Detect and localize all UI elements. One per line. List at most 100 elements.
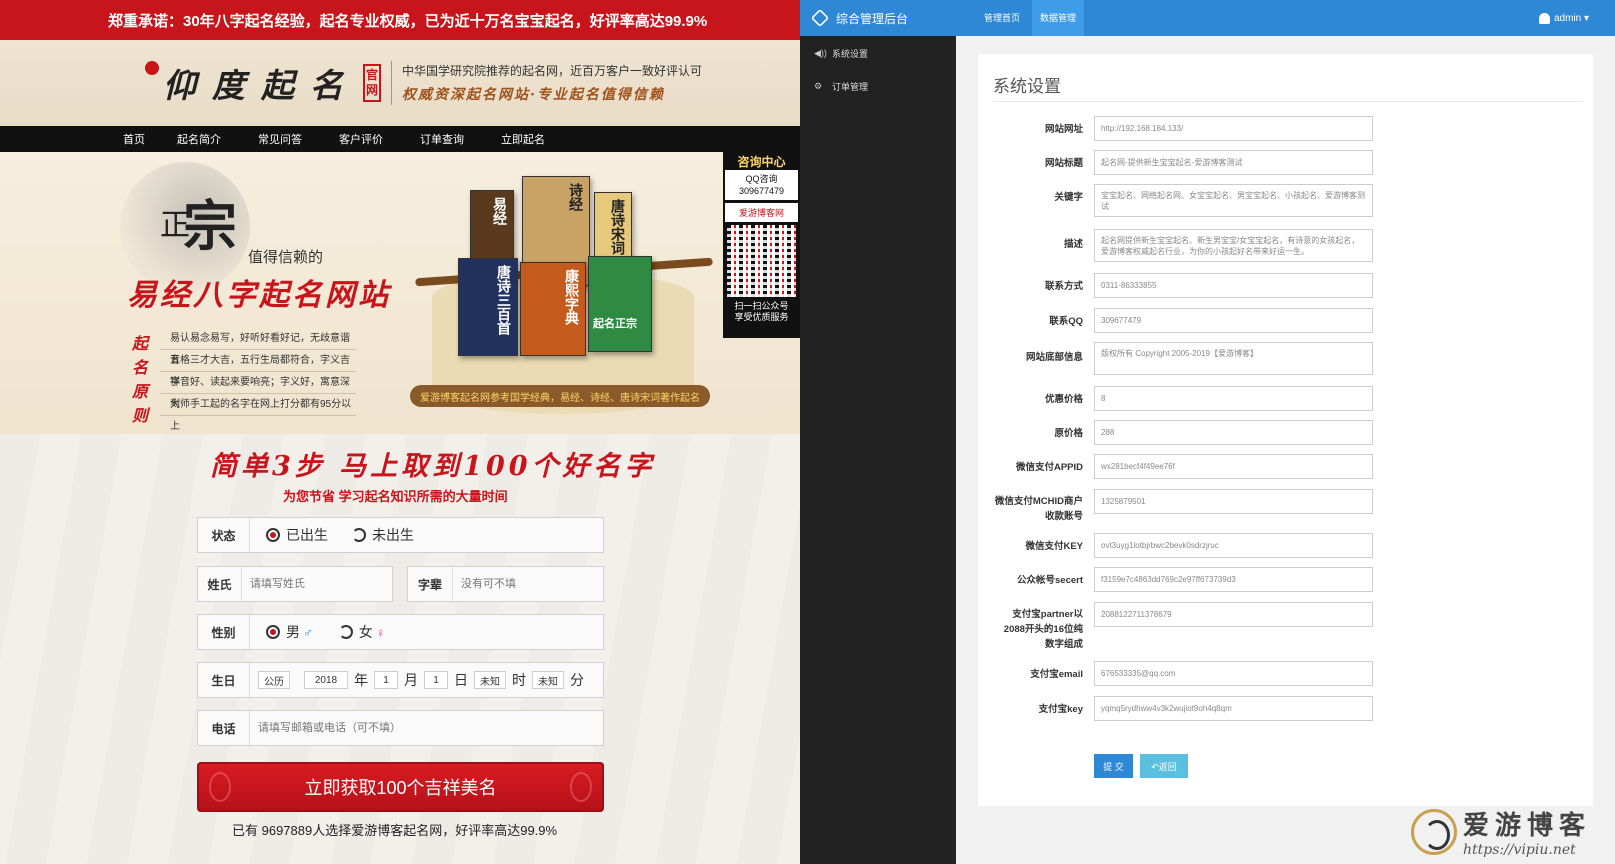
principle-item: 五格三才大吉，五行生局都符合，字义吉祥 [160, 350, 356, 388]
cloud-ornament-icon [570, 772, 592, 802]
status-born-radio[interactable]: 已出生 [266, 525, 328, 545]
hexagon-logo-icon [810, 8, 830, 28]
status-label: 状态 [198, 518, 250, 552]
field-label: 原价格 [1054, 428, 1083, 439]
slogan-line2: 权威资深起名网站·专业起名值得信赖 [402, 87, 665, 103]
wechat-mchid-input[interactable] [1094, 489, 1373, 514]
slogan-line1: 中华国学研究院推荐的起名网，近百万客户一致好评认可 [402, 64, 703, 78]
hero-trust: 值得信赖的 [248, 248, 324, 266]
hour-select[interactable]: 未知 [474, 671, 506, 689]
generation-input[interactable] [453, 567, 603, 601]
description-textarea[interactable]: 起名网提供新生宝宝起名、新生男宝宝/女宝宝起名，有诗意的女孩起名，爱游博客权威起… [1094, 229, 1373, 262]
blog-link[interactable]: 爱游博客网 [725, 203, 798, 222]
back-button[interactable]: ↶返回 [1140, 754, 1188, 778]
minute-select[interactable]: 未知 [532, 671, 564, 689]
year-select[interactable]: 2018 [304, 671, 348, 689]
sidebar-item-label: 系统设置 [832, 49, 869, 59]
month-select[interactable]: 1 [374, 671, 398, 689]
naming-form: 简单3步 马上取到100个好名字 为您节省 学习起名知识所需的大量时间 状态 已… [0, 434, 800, 864]
birthday-label: 生日 [198, 663, 250, 697]
female-icon: ♀ [375, 624, 386, 640]
surname-input[interactable] [242, 567, 392, 601]
status-born-label: 已出生 [286, 527, 328, 543]
settings-panel: 系统设置 网站网址 网站标题 关键字 宝宝起名、网络起名网、女宝宝起名、男宝宝起… [978, 54, 1593, 806]
official-seal: 官网 [363, 64, 381, 102]
panel-divider [993, 101, 1583, 102]
field-label: 描述 [1063, 239, 1083, 250]
status-row: 状态 已出生 未出生 [197, 517, 604, 553]
field-label: 联系方式 [1044, 281, 1083, 292]
contact-input[interactable] [1094, 273, 1373, 298]
book-kangxi: 康熙字典 [520, 262, 586, 356]
field-label: 公众帐号secert [1017, 575, 1083, 586]
sidebar-item-orders[interactable]: ⚙ 订单管理 [800, 70, 956, 103]
nav-reviews[interactable]: 客户评价 [339, 131, 383, 147]
site-title-input[interactable] [1094, 150, 1373, 175]
qr-code-icon [727, 225, 796, 297]
discount-price-input[interactable] [1094, 386, 1373, 411]
watermark-title: 爱游博客 [1462, 811, 1591, 841]
nav-home[interactable]: 首页 [123, 131, 145, 147]
alipay-partner-input[interactable] [1094, 602, 1373, 627]
status-unborn-radio[interactable]: 未出生 [352, 525, 414, 545]
field-label: 网站底部信息 [1025, 352, 1083, 363]
gender-male-radio[interactable]: 男 ♂ [266, 622, 313, 642]
principles-list: 易认易念易写，好听好看好记，无歧意谐音 五格三才大吉，五行生局都符合，字义吉祥 … [160, 328, 356, 432]
birthday-row: 生日 公历 2018 年 1 月 1 日 未知 时 未知 分 [197, 662, 604, 698]
principle-item: 字音好、读起来要响亮；字义好，寓意深刻 [160, 372, 356, 410]
logo-divider [391, 61, 392, 105]
footer-info-textarea[interactable]: 版权所有 Copyright 2005-2019【爱游博客】 [1094, 342, 1373, 375]
hero-banner: 正 宗 值得信赖的 易经八字起名网站 起名原则 易认易念易写，好听好看好记，无歧… [0, 152, 800, 454]
sidebar-item-system-settings[interactable]: ◀)) 系统设置 [800, 37, 956, 70]
original-price-input[interactable] [1094, 420, 1373, 445]
male-icon: ♂ [303, 624, 313, 640]
volume-icon: ◀)) [814, 48, 827, 58]
radio-unchecked-icon [338, 625, 353, 639]
promo-text: 郑重承诺：30年八字起名经验，起名专业权威，已为近十万名宝宝起名，好评率高达99… [108, 12, 708, 30]
keywords-textarea[interactable]: 宝宝起名、网络起名网、女宝宝起名、男宝宝起名、小孩起名、爱游博客测试 [1094, 184, 1373, 217]
field-label: 支付宝partner以2088开头的16位纯数字组成 [1003, 609, 1083, 650]
tab-data-management[interactable]: 数据管理 [1032, 0, 1085, 36]
scan-line2: 享受优质服务 [734, 312, 789, 322]
wechat-key-input[interactable] [1094, 533, 1373, 558]
contact-qq-input[interactable] [1094, 308, 1373, 333]
gear-icon: ⚙ [814, 81, 823, 91]
gender-female-radio[interactable]: 女 ♀ [338, 622, 386, 642]
tab-admin-home[interactable]: 管理首页 [976, 0, 1028, 36]
user-name: admin ▾ [1553, 12, 1589, 24]
field-label: 微信支付MCHID商户收款账号 [994, 496, 1083, 522]
site-logo[interactable]: 仰度起名 [163, 59, 359, 107]
site-url-input[interactable] [1094, 116, 1373, 141]
field-label: 支付宝key [1038, 704, 1083, 715]
principle-item: 大师手工起的名字在网上打分都有95分以上 [160, 394, 356, 432]
get-names-button[interactable]: 立即获取100个吉祥美名 [197, 762, 604, 812]
wechat-appid-input[interactable] [1094, 454, 1373, 479]
phone-label: 电话 [198, 711, 250, 745]
alipay-email-input[interactable] [1094, 661, 1373, 686]
consult-panel: 咨询中心 QQ咨询 309677479 爱游博客网 扫一扫公众号 享受优质服务 [723, 152, 800, 338]
hero-principles-title: 起名原则 [132, 334, 149, 425]
submit-button[interactable]: 提 交 [1094, 754, 1133, 778]
nav-order-lookup[interactable]: 订单查询 [420, 131, 464, 147]
admin-title: 综合管理后台 [836, 11, 909, 26]
book-qiming-zhengzong: 起名正宗 [588, 256, 652, 352]
qq-number: 309677479 [738, 186, 785, 196]
nav-intro[interactable]: 起名简介 [177, 131, 221, 147]
phone-input[interactable] [250, 711, 603, 745]
day-select[interactable]: 1 [424, 671, 448, 689]
user-icon [1538, 12, 1550, 24]
surname-label: 姓氏 [198, 567, 242, 601]
qq-consult-button[interactable]: QQ咨询 309677479 [725, 170, 798, 200]
gender-row: 性别 男 ♂ 女 ♀ [197, 614, 604, 650]
radio-unchecked-icon [352, 528, 366, 542]
mp-secret-input[interactable] [1094, 567, 1373, 592]
calendar-select[interactable]: 公历 [258, 671, 290, 689]
field-label: 网站标题 [1044, 158, 1083, 169]
user-menu[interactable]: admin ▾ [1538, 0, 1589, 36]
admin-panel: 综合管理后台 管理首页 数据管理 admin ▾ ◀)) 系统设置 ⚙ 订单管理… [800, 0, 1615, 864]
nav-name-now[interactable]: 立即起名 [501, 131, 545, 147]
alipay-key-input[interactable] [1094, 696, 1373, 721]
watermark: 爱游博客 https://vipiu.net [1410, 805, 1591, 858]
nav-faq[interactable]: 常见问答 [258, 131, 302, 147]
radio-checked-icon [266, 625, 280, 639]
